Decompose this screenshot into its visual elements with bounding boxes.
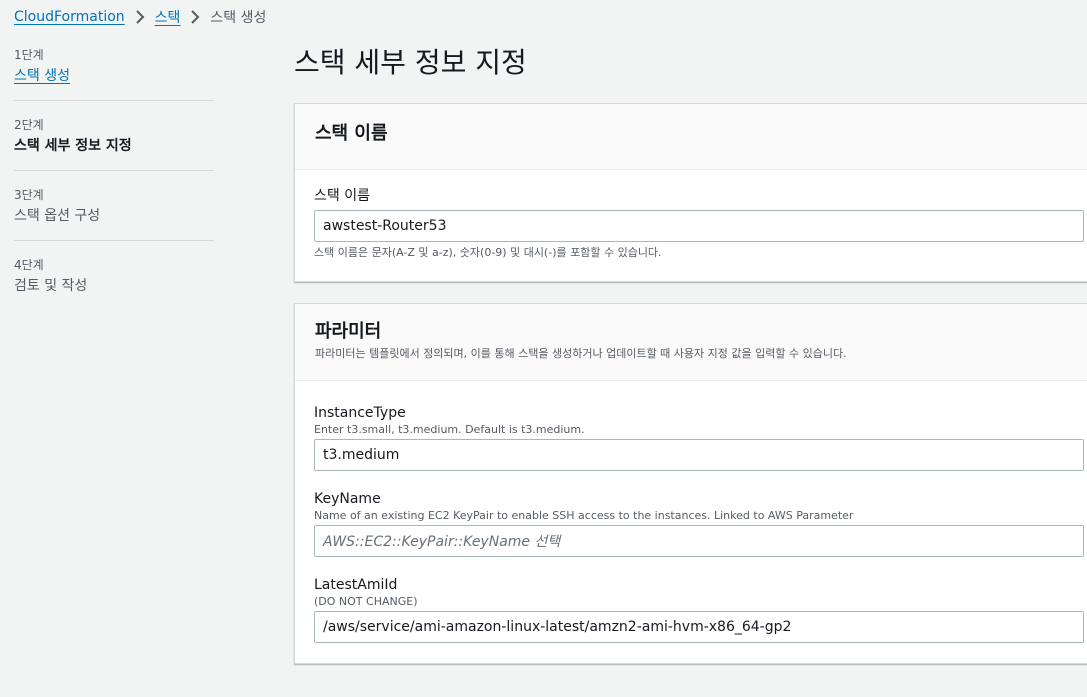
step-number: 4단계 xyxy=(14,258,44,272)
breadcrumb: CloudFormation 스택 스택 생성 xyxy=(14,6,266,28)
panel-title: 파라미터 xyxy=(315,321,382,342)
key-name-select[interactable]: AWS::EC2::KeyPair::KeyName 선택 xyxy=(314,525,1084,557)
breadcrumb-stacks[interactable]: 스택 xyxy=(155,7,181,27)
parameters-panel: 파라미터 파라미터는 템플릿에서 정의되며, 이를 통해 스택을 생성하거나 업… xyxy=(294,303,1087,664)
panel-title: 스택 이름 xyxy=(315,123,388,144)
field-description: Name of an existing EC2 KeyPair to enabl… xyxy=(314,509,854,522)
field-label: KeyName xyxy=(314,491,381,507)
step-number: 3단계 xyxy=(14,188,44,202)
step-label: 검토 및 작성 xyxy=(14,278,88,294)
field-description: (DO NOT CHANGE) xyxy=(314,595,418,608)
field-label: LatestAmiId xyxy=(314,577,398,593)
stack-name-hint: 스택 이름은 문자(A-Z 및 a-z), 숫자(0-9) 및 대시(-)를 포… xyxy=(314,246,662,259)
stack-name-label: 스택 이름 xyxy=(314,188,370,204)
chevron-right-icon xyxy=(184,10,206,24)
stack-name-input[interactable]: awstest-Router53 xyxy=(314,210,1084,242)
step-number: 2단계 xyxy=(14,118,44,132)
step-link-create-stack[interactable]: 스택 생성 xyxy=(14,65,214,87)
breadcrumb-create-stack: 스택 생성 xyxy=(210,10,267,26)
param-instance-type: InstanceType Enter t3.small, t3.medium. … xyxy=(314,403,1084,471)
step-number: 1단계 xyxy=(14,48,44,62)
panel-body: InstanceType Enter t3.small, t3.medium. … xyxy=(295,381,1087,663)
step-label: 스택 옵션 구성 xyxy=(14,208,101,224)
breadcrumb-cloudformation[interactable]: CloudFormation xyxy=(14,9,125,25)
step-current-label: 스택 세부 정보 지정 xyxy=(14,138,132,154)
stack-name-panel: 스택 이름 스택 이름 awstest-Router53 스택 이름은 문자(A… xyxy=(294,103,1087,282)
page-title: 스택 세부 정보 지정 xyxy=(294,46,527,79)
panel-header: 스택 이름 xyxy=(295,104,1087,170)
chevron-right-icon xyxy=(129,10,151,24)
wizard-steps: 1단계 스택 생성 2단계 스택 세부 정보 지정 3단계 스택 옵션 구성 4… xyxy=(14,46,214,325)
param-latest-ami-id: LatestAmiId (DO NOT CHANGE) /aws/service… xyxy=(314,575,1084,643)
field-description: Enter t3.small, t3.medium. Default is t3… xyxy=(314,423,585,436)
panel-body: 스택 이름 awstest-Router53 스택 이름은 문자(A-Z 및 a… xyxy=(295,170,1087,281)
latest-ami-id-input[interactable]: /aws/service/ami-amazon-linux-latest/amz… xyxy=(314,611,1084,643)
panel-header: 파라미터 파라미터는 템플릿에서 정의되며, 이를 통해 스택을 생성하거나 업… xyxy=(295,304,1087,381)
field-label: InstanceType xyxy=(314,405,406,421)
wizard-step-1: 1단계 스택 생성 xyxy=(14,46,214,101)
instance-type-input[interactable]: t3.medium xyxy=(314,439,1084,471)
wizard-step-4: 4단계 검토 및 작성 xyxy=(14,256,214,310)
param-key-name: KeyName Name of an existing EC2 KeyPair … xyxy=(314,489,1084,557)
wizard-step-3: 3단계 스택 옵션 구성 xyxy=(14,186,214,241)
wizard-step-2: 2단계 스택 세부 정보 지정 xyxy=(14,116,214,171)
panel-description: 파라미터는 템플릿에서 정의되며, 이를 통해 스택을 생성하거나 업데이트할 … xyxy=(315,347,847,360)
